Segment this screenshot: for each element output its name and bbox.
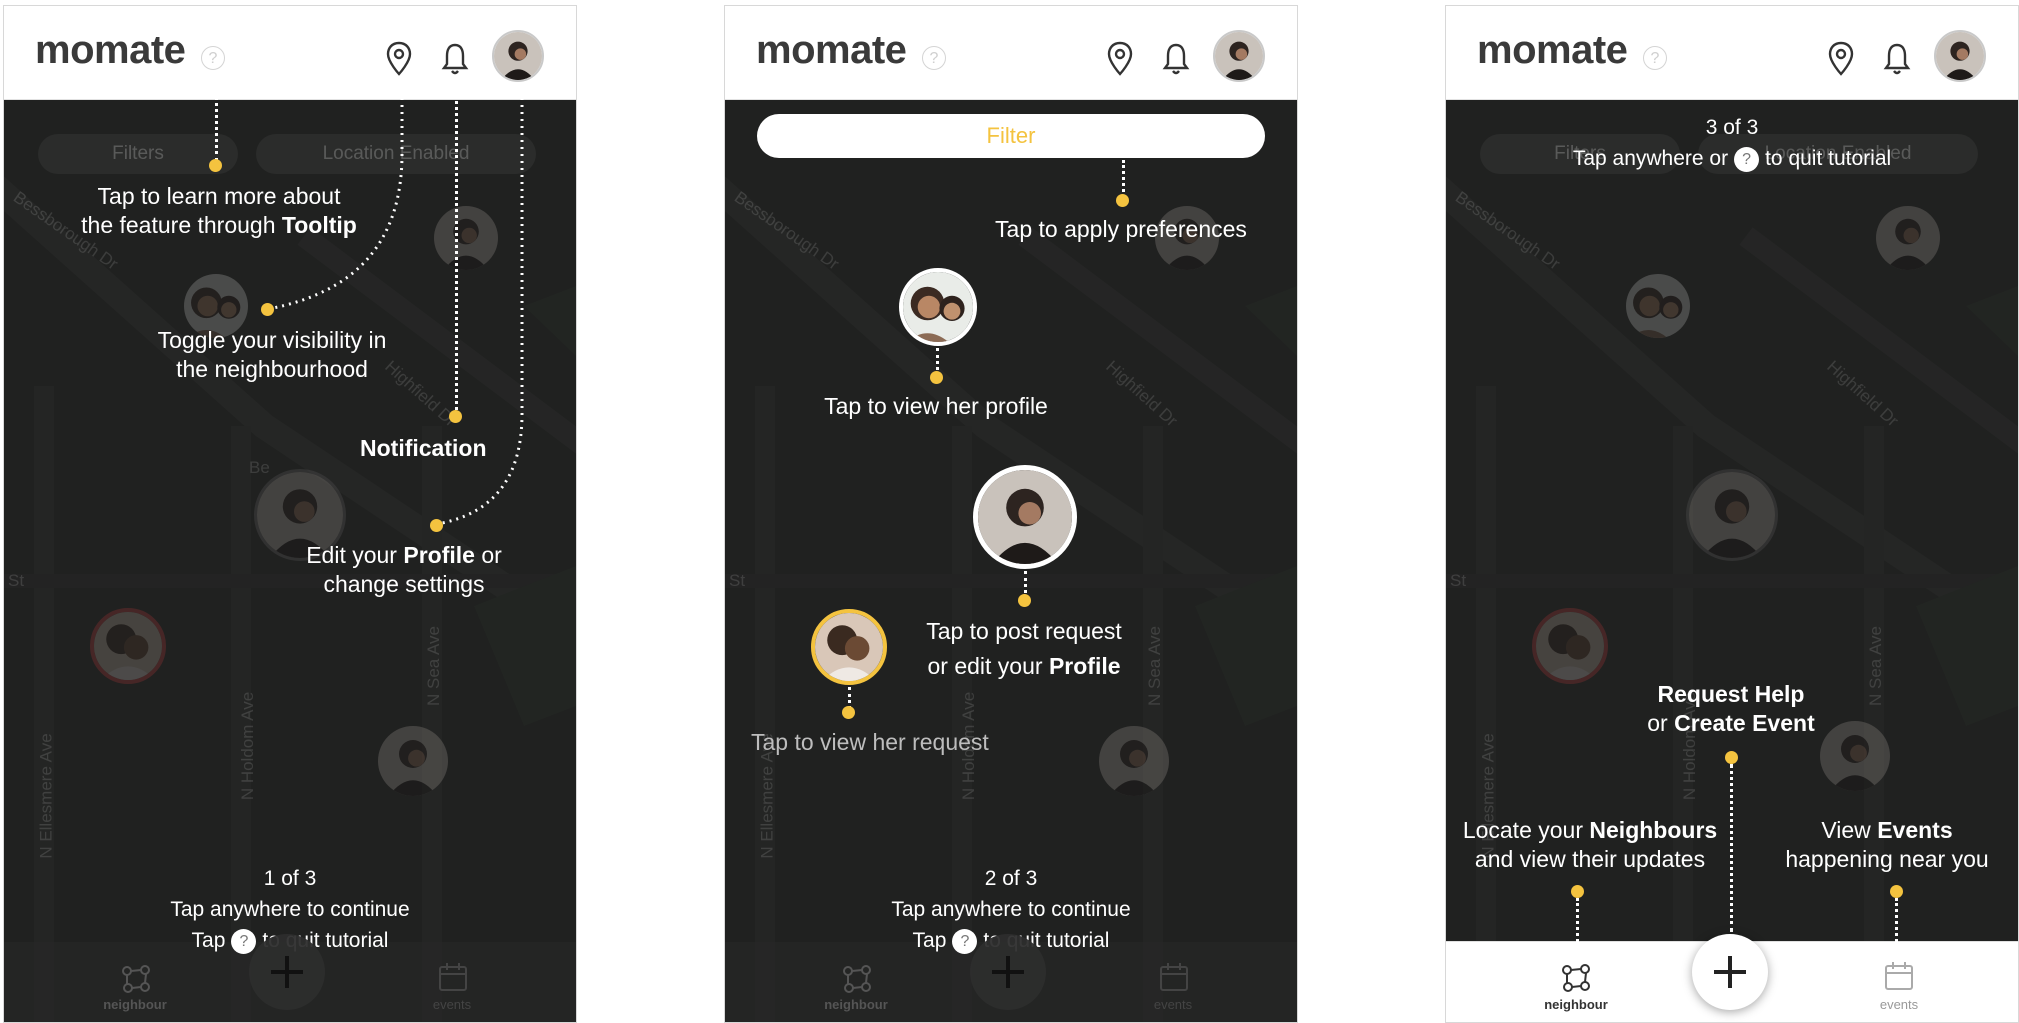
location-pin-icon[interactable]: [384, 40, 414, 78]
street-label: N Sea Ave: [1145, 625, 1165, 707]
neighbour-icon[interactable]: [840, 962, 874, 996]
nav-events-label[interactable]: events: [402, 997, 502, 1012]
plus-icon: [992, 956, 1024, 988]
visibility-dot: [261, 303, 274, 316]
nav-neighbour-label[interactable]: neighbour: [1526, 997, 1626, 1012]
nav-events-label[interactable]: events: [1849, 997, 1949, 1012]
street-label: St: [729, 571, 746, 590]
my-avatar-highlight[interactable]: [973, 465, 1077, 569]
bell-icon[interactable]: [1161, 40, 1191, 78]
visibility-tip: Toggle your visibility in the neighbourho…: [157, 327, 387, 382]
app-header: momate ?: [725, 6, 1297, 100]
request-help-tip: Request Help or Create Event: [1647, 681, 1815, 736]
tooltip-tip: Tap to learn more about the feature thro…: [81, 183, 357, 238]
help-icon[interactable]: ?: [1643, 46, 1667, 70]
filter-dot: [1116, 194, 1129, 207]
events-tip: View Events happening near you: [1785, 817, 1989, 872]
nav-events-label[interactable]: events: [1123, 997, 1223, 1012]
notification-tip: Notification: [360, 435, 487, 461]
notification-dot: [449, 410, 462, 423]
app-header: momate ?: [1446, 6, 2018, 100]
plus-icon: [1714, 956, 1746, 988]
tutorial-progress: 3 of 3 Tap anywhere or? to quit tutorial: [1572, 116, 1892, 172]
tutorial-screen-1: Bessborough Dr Highfield Dr N Ellesmere …: [3, 5, 577, 1023]
tooltip-connector: [215, 84, 218, 162]
events-connector: [1895, 898, 1898, 942]
help-icon[interactable]: ?: [201, 46, 225, 70]
profile-avatar[interactable]: [492, 30, 544, 82]
street-label: St: [8, 571, 25, 590]
bell-icon[interactable]: [1882, 40, 1912, 78]
plus-icon: [271, 956, 303, 988]
help-icon[interactable]: ?: [922, 46, 946, 70]
quit-help-icon[interactable]: ?: [231, 928, 257, 954]
profile-avatar[interactable]: [1934, 30, 1986, 82]
events-dot: [1890, 885, 1903, 898]
street-label: St: [1450, 571, 1467, 590]
filter-button[interactable]: Filter: [757, 114, 1265, 158]
plus-button[interactable]: [249, 934, 325, 1010]
location-pin-icon[interactable]: [1105, 40, 1135, 78]
tutorial-screen-2: Bessborough Dr Highfield Dr N Ellesmere …: [724, 5, 1298, 1023]
neighbour-avatar-highlight[interactable]: [899, 268, 977, 346]
profile-avatar[interactable]: [1213, 30, 1265, 82]
neighbours-dot: [1571, 885, 1584, 898]
location-pin-icon[interactable]: [1826, 40, 1856, 78]
nav-neighbour-label[interactable]: neighbour: [85, 997, 185, 1012]
plus-button[interactable]: [1692, 934, 1768, 1010]
bell-icon[interactable]: [440, 40, 470, 78]
street-label: N Sea Ave: [424, 625, 444, 707]
filters-pill[interactable]: Filters: [38, 134, 238, 174]
quit-help-icon[interactable]: ?: [952, 928, 978, 954]
calendar-icon[interactable]: [1157, 960, 1191, 994]
plus-button[interactable]: [970, 934, 1046, 1010]
request-help-dot: [1725, 751, 1738, 764]
request-help-connector: [1730, 764, 1733, 932]
apply-preferences-tip: Tap to apply preferences: [995, 216, 1247, 242]
neighbours-connector: [1576, 898, 1579, 942]
view-request-tip: Tap to view her request: [751, 729, 989, 755]
neighbours-tip: Locate your Neighbours and view their upd…: [1462, 817, 1718, 872]
street-label: Be: [249, 458, 270, 477]
view-request-dot: [842, 706, 855, 719]
post-request-tip: Tap to post request or edit your Profile: [926, 618, 1122, 679]
app-logo: momate: [35, 28, 186, 72]
request-avatar-highlight[interactable]: [811, 609, 887, 685]
nav-neighbour-label[interactable]: neighbour: [806, 997, 906, 1012]
post-request-dot: [1018, 594, 1031, 607]
calendar-icon[interactable]: [1882, 959, 1916, 993]
neighbour-icon[interactable]: [119, 962, 153, 996]
tutorial-screen-3: Bessborough Dr Highfield Dr N Ellesmere …: [1445, 5, 2019, 1023]
profile-tip: Edit your Profile or change settings: [306, 542, 502, 597]
view-profile-dot: [930, 371, 943, 384]
view-profile-tip: Tap to view her profile: [824, 393, 1048, 419]
neighbour-icon[interactable]: [1559, 961, 1593, 995]
app-logo: momate: [1477, 28, 1628, 72]
filter-connector: [1122, 160, 1125, 198]
street-label: N Ellesmere Ave: [36, 733, 56, 859]
street-label: N Sea Ave: [1866, 625, 1886, 707]
app-logo: momate: [756, 28, 907, 72]
quit-help-icon[interactable]: ?: [1734, 146, 1760, 172]
street-label: N Holdom Ave: [238, 691, 258, 801]
tooltip-dot: [209, 159, 222, 172]
profile-dot: [430, 519, 443, 532]
calendar-icon[interactable]: [436, 960, 470, 994]
